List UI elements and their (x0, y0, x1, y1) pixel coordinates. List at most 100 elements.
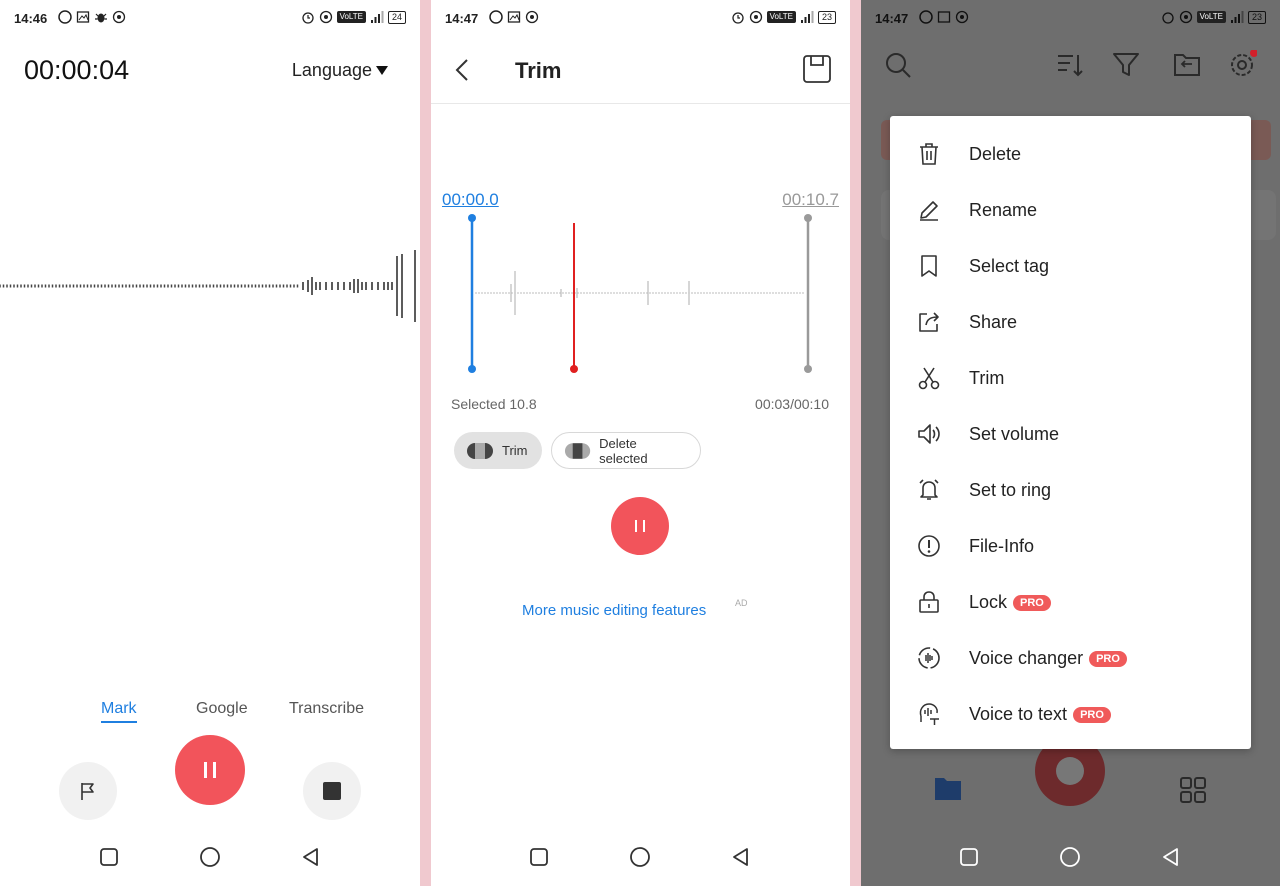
file-list-screen: 14:47 VoLTE 23 Delete Rename Select tag … (861, 0, 1280, 886)
square-icon (960, 848, 978, 866)
menu-item-text: Lock (969, 591, 1008, 612)
pro-badge: PRO (1073, 706, 1111, 723)
filter-icon[interactable] (1111, 50, 1141, 80)
system-icons: VoLTE 23 (731, 10, 836, 24)
menu-item-voice-changer[interactable]: Voice changer PRO (890, 630, 1251, 686)
menu-item-set-volume[interactable]: Set volume (890, 406, 1251, 462)
end-handle-bottom[interactable] (804, 365, 812, 373)
volte-badge: VoLTE (336, 11, 366, 23)
circle-icon (200, 847, 220, 867)
list-toolbar (861, 50, 1280, 90)
alarm-icon (731, 12, 744, 24)
trim-start-time[interactable]: 00:00.0 (442, 190, 499, 210)
status-bar: 14:47 VoLTE 23 (861, 0, 1280, 36)
pencil-icon (920, 201, 938, 221)
share-icon (919, 312, 939, 332)
notification-icons (489, 10, 539, 24)
page-title: Trim (515, 58, 562, 83)
trim-screen: 14:47 VoLTE 23 Trim 00:00.0 00:10.7 Sele… (431, 0, 850, 886)
status-time: 14:47 (875, 11, 909, 26)
hotspot-icon (1179, 10, 1192, 24)
back-button[interactable] (1156, 842, 1186, 872)
menu-item-label: Share (969, 311, 1018, 332)
battery-indicator: 23 (1247, 10, 1266, 24)
whatsapp-icon (489, 10, 503, 24)
system-nav-bar (861, 842, 1280, 872)
trim-end-time[interactable]: 00:10.7 (782, 190, 839, 210)
triangle-back-icon (733, 848, 748, 866)
more-editing-link[interactable]: More music editing features (522, 602, 706, 619)
battery-indicator: 24 (387, 10, 406, 24)
recording-timer: 00:00:04 (24, 55, 130, 85)
menu-item-label: Rename (969, 199, 1038, 220)
menu-item-label: Delete (969, 143, 1022, 164)
info-icon (918, 535, 940, 557)
system-nav-bar (431, 842, 850, 872)
menu-item-label: Voice to text PRO (969, 704, 1111, 725)
pause-icon (204, 762, 216, 778)
recents-button[interactable] (954, 842, 984, 872)
menu-item-file-info[interactable]: File-Info (890, 518, 1251, 574)
voice-changer-icon (918, 647, 940, 669)
stop-button[interactable] (303, 762, 361, 820)
pause-recording-button[interactable] (175, 735, 245, 805)
menu-item-label: Lock PRO (969, 592, 1051, 613)
tab-mark[interactable]: Mark (101, 700, 137, 723)
battery-indicator: 23 (817, 10, 836, 24)
settings-icon[interactable] (1227, 50, 1257, 80)
pause-playback-button[interactable] (611, 497, 669, 555)
scissors-icon (918, 367, 940, 390)
menu-item-voice-to-text[interactable]: Voice to text PRO (890, 686, 1251, 742)
recents-button[interactable] (94, 842, 124, 872)
folder-swap-icon[interactable] (1172, 50, 1202, 80)
background-bottom-bar (861, 736, 1280, 820)
home-button[interactable] (625, 842, 655, 872)
delete-selected-button[interactable]: Delete selected (551, 432, 701, 469)
save-icon[interactable] (802, 54, 832, 84)
trim-top-bar: Trim (431, 36, 850, 104)
grid-icon[interactable] (1179, 776, 1207, 804)
menu-item-share[interactable]: Share (890, 294, 1251, 350)
trim-mode-button[interactable]: Trim (454, 432, 542, 469)
end-handle-top[interactable] (804, 214, 812, 222)
back-button[interactable] (296, 842, 326, 872)
start-handle-top[interactable] (468, 214, 476, 222)
status-time: 14:47 (445, 11, 479, 26)
menu-item-trim[interactable]: Trim (890, 350, 1251, 406)
playhead-knob[interactable] (570, 365, 578, 373)
back-arrow-icon[interactable] (453, 58, 473, 82)
signal-icon (370, 11, 384, 23)
folder-icon[interactable] (933, 774, 963, 802)
menu-item-label: Select tag (969, 255, 1050, 276)
menu-item-select-tag[interactable]: Select tag (890, 238, 1251, 294)
pro-badge: PRO (1013, 594, 1051, 611)
volume-icon (918, 424, 940, 444)
system-nav-bar (0, 842, 420, 872)
search-icon[interactable] (883, 50, 913, 80)
menu-item-rename[interactable]: Rename (890, 182, 1251, 238)
tab-google[interactable]: Google (196, 700, 248, 718)
mark-flag-button[interactable] (59, 762, 117, 820)
signal-icon (800, 11, 814, 23)
menu-item-lock[interactable]: Lock PRO (890, 574, 1251, 630)
tab-transcribe[interactable]: Transcribe (289, 700, 364, 718)
menu-item-delete[interactable]: Delete (890, 126, 1251, 182)
home-button[interactable] (1055, 842, 1085, 872)
back-button[interactable] (726, 842, 756, 872)
language-dropdown[interactable]: Language (292, 60, 388, 81)
start-handle-bottom[interactable] (468, 365, 476, 373)
voice-to-text-icon (919, 703, 939, 725)
menu-item-set-to-ring[interactable]: Set to ring (890, 462, 1251, 518)
status-time: 14:46 (14, 11, 48, 26)
home-button[interactable] (195, 842, 225, 872)
notification-icons (58, 10, 126, 24)
sort-icon[interactable] (1055, 50, 1085, 80)
image-icon (937, 11, 951, 23)
circle-icon (630, 847, 650, 867)
trim-waveform-editor[interactable] (431, 210, 850, 380)
notification-icons (919, 10, 969, 24)
hotspot-icon (525, 10, 539, 24)
recents-button[interactable] (524, 842, 554, 872)
pro-badge: PRO (1089, 650, 1127, 667)
image-icon (507, 11, 521, 23)
